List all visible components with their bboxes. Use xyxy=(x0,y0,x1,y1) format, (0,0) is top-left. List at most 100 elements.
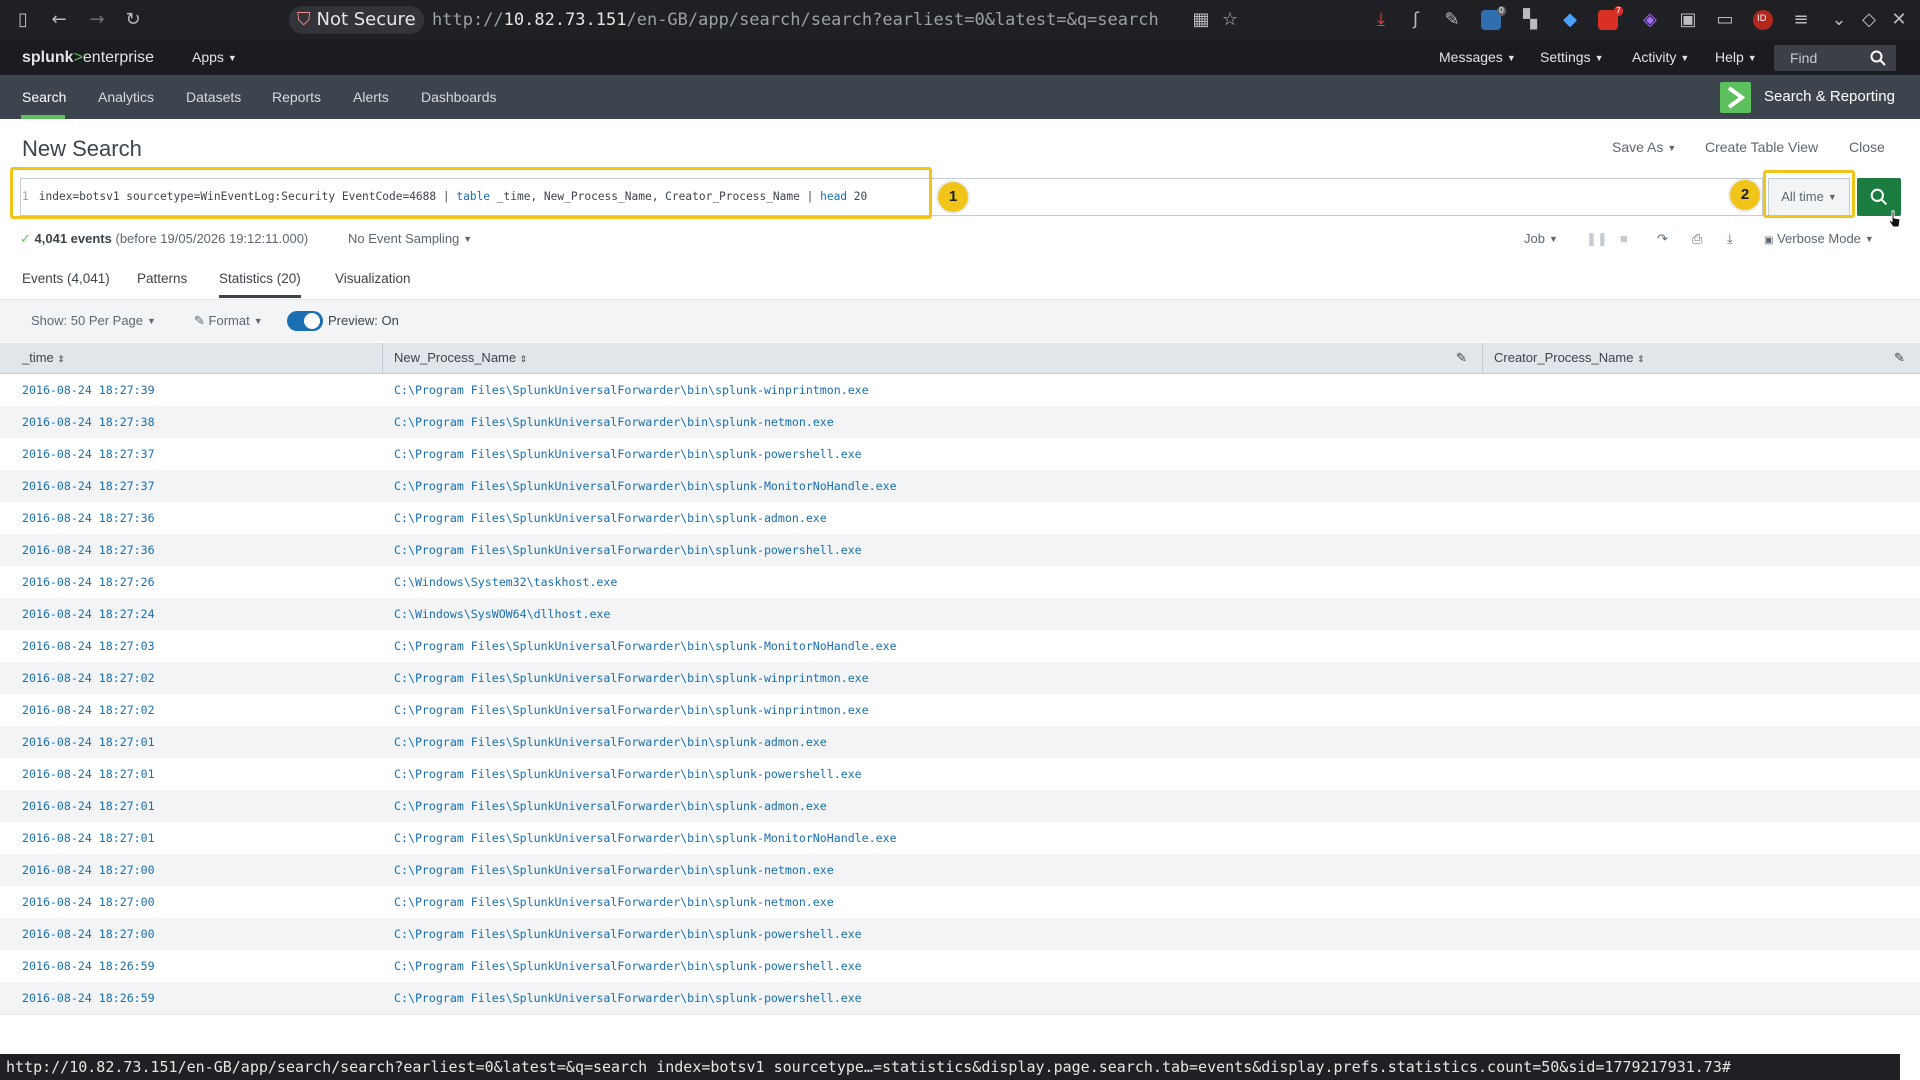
cell-new-process-name[interactable]: C:\Program Files\SplunkUniversalForwarde… xyxy=(394,438,862,470)
extension-blue-icon[interactable]: 0 xyxy=(1481,6,1506,30)
column-header-new-process[interactable]: New_Process_Name ⇕ xyxy=(394,343,527,374)
download-icon[interactable]: ⤓ xyxy=(1370,9,1392,31)
cell-time[interactable]: 2016-08-24 18:27:00 xyxy=(22,918,155,950)
close-window-icon[interactable]: ✕ xyxy=(1888,9,1910,31)
cell-new-process-name[interactable]: C:\Program Files\SplunkUniversalForwarde… xyxy=(394,726,827,758)
cell-new-process-name[interactable]: C:\Program Files\SplunkUniversalForwarde… xyxy=(394,822,897,854)
close-button[interactable]: Close xyxy=(1849,139,1885,155)
column-edit-icon[interactable]: ✎ xyxy=(1456,343,1467,373)
security-indicator[interactable]: ⛉ Not Secure xyxy=(289,6,424,34)
cell-time[interactable]: 2016-08-24 18:27:36 xyxy=(22,534,155,566)
search-mode-menu[interactable]: ▣ Verbose Mode ▼ xyxy=(1764,231,1874,246)
cell-time[interactable]: 2016-08-24 18:27:03 xyxy=(22,630,155,662)
cell-time[interactable]: 2016-08-24 18:27:00 xyxy=(22,886,155,918)
cell-time[interactable]: 2016-08-24 18:27:00 xyxy=(22,854,155,886)
stop-icon[interactable]: ■ xyxy=(1620,231,1628,246)
extension-window-icon[interactable]: ▭ xyxy=(1714,9,1736,31)
sidebar-toggle-icon[interactable]: ▯ xyxy=(12,9,34,31)
cell-new-process-name[interactable]: C:\Program Files\SplunkUniversalForwarde… xyxy=(394,758,862,790)
extension-box-icon[interactable]: ▣ xyxy=(1677,9,1699,31)
cell-new-process-name[interactable]: C:\Program Files\SplunkUniversalForwarde… xyxy=(394,950,862,982)
cell-time[interactable]: 2016-08-24 18:27:37 xyxy=(22,470,155,502)
find-input[interactable]: Find xyxy=(1774,45,1896,71)
extension-grid-icon[interactable]: ▚ xyxy=(1519,9,1541,31)
create-table-view-button[interactable]: Create Table View xyxy=(1705,139,1818,155)
tab-dashboards[interactable]: Dashboards xyxy=(421,75,497,119)
tab-statistics[interactable]: Statistics (20) xyxy=(219,263,301,298)
per-page-dropdown[interactable]: Show: 50 Per Page ▼ xyxy=(31,300,156,342)
qr-code-icon[interactable]: ▦ xyxy=(1190,9,1212,31)
cell-new-process-name[interactable]: C:\Program Files\SplunkUniversalForwarde… xyxy=(394,374,869,406)
tab-visualization[interactable]: Visualization xyxy=(335,263,411,295)
extension-purple-icon[interactable]: ◈ xyxy=(1639,9,1661,31)
search-icon[interactable] xyxy=(1870,50,1886,66)
format-dropdown[interactable]: ✎ Format ▼ xyxy=(194,300,263,342)
cell-new-process-name[interactable]: C:\Program Files\SplunkUniversalForwarde… xyxy=(394,854,834,886)
extension-gem-icon[interactable]: ◆ xyxy=(1559,9,1581,31)
cell-time[interactable]: 2016-08-24 18:26:59 xyxy=(22,950,155,982)
job-menu[interactable]: Job ▼ xyxy=(1524,231,1558,246)
menu-icon[interactable]: ≡ xyxy=(1790,9,1812,31)
settings-menu[interactable]: Settings ▼ xyxy=(1540,40,1604,76)
back-icon[interactable]: ← xyxy=(48,9,70,31)
cell-new-process-name[interactable]: C:\Program Files\SplunkUniversalForwarde… xyxy=(394,918,862,950)
cell-new-process-name[interactable]: C:\Windows\SysWOW64\dllhost.exe xyxy=(394,598,610,630)
cell-time[interactable]: 2016-08-24 18:27:02 xyxy=(22,694,155,726)
cell-new-process-name[interactable]: C:\Program Files\SplunkUniversalForwarde… xyxy=(394,470,897,502)
column-edit-icon[interactable]: ✎ xyxy=(1894,343,1905,373)
messages-menu[interactable]: Messages ▼ xyxy=(1439,40,1516,76)
tab-search[interactable]: Search xyxy=(22,75,66,119)
cell-new-process-name[interactable]: C:\Program Files\SplunkUniversalForwarde… xyxy=(394,630,897,662)
activity-menu[interactable]: Activity ▼ xyxy=(1632,40,1689,76)
apps-menu[interactable]: Apps ▼ xyxy=(192,40,237,76)
cell-new-process-name[interactable]: C:\Program Files\SplunkUniversalForwarde… xyxy=(394,534,862,566)
column-header-time[interactable]: _time ⇕ xyxy=(22,343,65,374)
cell-time[interactable]: 2016-08-24 18:27:01 xyxy=(22,822,155,854)
reload-icon[interactable]: ↻ xyxy=(122,9,144,31)
cell-time[interactable]: 2016-08-24 18:27:01 xyxy=(22,790,155,822)
cell-new-process-name[interactable]: C:\Program Files\SplunkUniversalForwarde… xyxy=(394,502,827,534)
ublock-icon[interactable]: ID xyxy=(1753,10,1773,30)
extension-puzzle-icon[interactable]: ✎ xyxy=(1441,9,1463,31)
tab-datasets[interactable]: Datasets xyxy=(186,75,241,119)
pause-icon[interactable]: ❚❚ xyxy=(1586,231,1608,247)
cell-time[interactable]: 2016-08-24 18:26:59 xyxy=(22,982,155,1014)
column-header-creator-process[interactable]: Creator_Process_Name ⇕ xyxy=(1494,343,1645,374)
extension-red-icon[interactable]: 7 xyxy=(1598,6,1623,30)
tab-patterns[interactable]: Patterns xyxy=(137,263,187,295)
help-menu[interactable]: Help ▼ xyxy=(1715,40,1757,76)
extension-feather-icon[interactable]: ʃ xyxy=(1405,9,1427,31)
cell-time[interactable]: 2016-08-24 18:27:37 xyxy=(22,438,155,470)
export-icon[interactable]: ⤓ xyxy=(1727,231,1733,247)
bookmark-star-icon[interactable]: ☆ xyxy=(1219,9,1241,31)
cell-time[interactable]: 2016-08-24 18:27:01 xyxy=(22,758,155,790)
tab-analytics[interactable]: Analytics xyxy=(98,75,154,119)
cell-new-process-name[interactable]: C:\Windows\System32\taskhost.exe xyxy=(394,566,617,598)
cell-new-process-name[interactable]: C:\Program Files\SplunkUniversalForwarde… xyxy=(394,982,862,1014)
tab-events[interactable]: Events (4,041) xyxy=(22,263,110,295)
forward-icon[interactable]: → xyxy=(86,9,108,31)
event-sampling-dropdown[interactable]: No Event Sampling ▼ xyxy=(348,231,472,246)
diamond-icon[interactable]: ◇ xyxy=(1858,9,1880,31)
cell-time[interactable]: 2016-08-24 18:27:24 xyxy=(22,598,155,630)
cell-new-process-name[interactable]: C:\Program Files\SplunkUniversalForwarde… xyxy=(394,886,834,918)
cell-time[interactable]: 2016-08-24 18:27:36 xyxy=(22,502,155,534)
cell-new-process-name[interactable]: C:\Program Files\SplunkUniversalForwarde… xyxy=(394,662,869,694)
app-name: Search & Reporting xyxy=(1764,88,1895,105)
tab-alerts[interactable]: Alerts xyxy=(353,75,389,119)
save-as-button[interactable]: Save As ▼ xyxy=(1612,139,1676,155)
tab-reports[interactable]: Reports xyxy=(272,75,321,119)
address-bar[interactable]: http://10.82.73.151/en-GB/app/search/sea… xyxy=(432,8,1159,32)
chevron-down-icon[interactable]: ⌄ xyxy=(1828,9,1850,31)
share-icon[interactable]: ↷ xyxy=(1657,231,1668,247)
print-icon[interactable]: ⎙ xyxy=(1692,231,1702,247)
splunk-logo[interactable]: splunk>enterprise xyxy=(22,40,154,75)
cell-new-process-name[interactable]: C:\Program Files\SplunkUniversalForwarde… xyxy=(394,694,869,726)
cell-new-process-name[interactable]: C:\Program Files\SplunkUniversalForwarde… xyxy=(394,790,827,822)
cell-time[interactable]: 2016-08-24 18:27:26 xyxy=(22,566,155,598)
cell-time[interactable]: 2016-08-24 18:27:38 xyxy=(22,406,155,438)
cell-time[interactable]: 2016-08-24 18:27:02 xyxy=(22,662,155,694)
cell-time[interactable]: 2016-08-24 18:27:01 xyxy=(22,726,155,758)
cell-new-process-name[interactable]: C:\Program Files\SplunkUniversalForwarde… xyxy=(394,406,834,438)
cell-time[interactable]: 2016-08-24 18:27:39 xyxy=(22,374,155,406)
